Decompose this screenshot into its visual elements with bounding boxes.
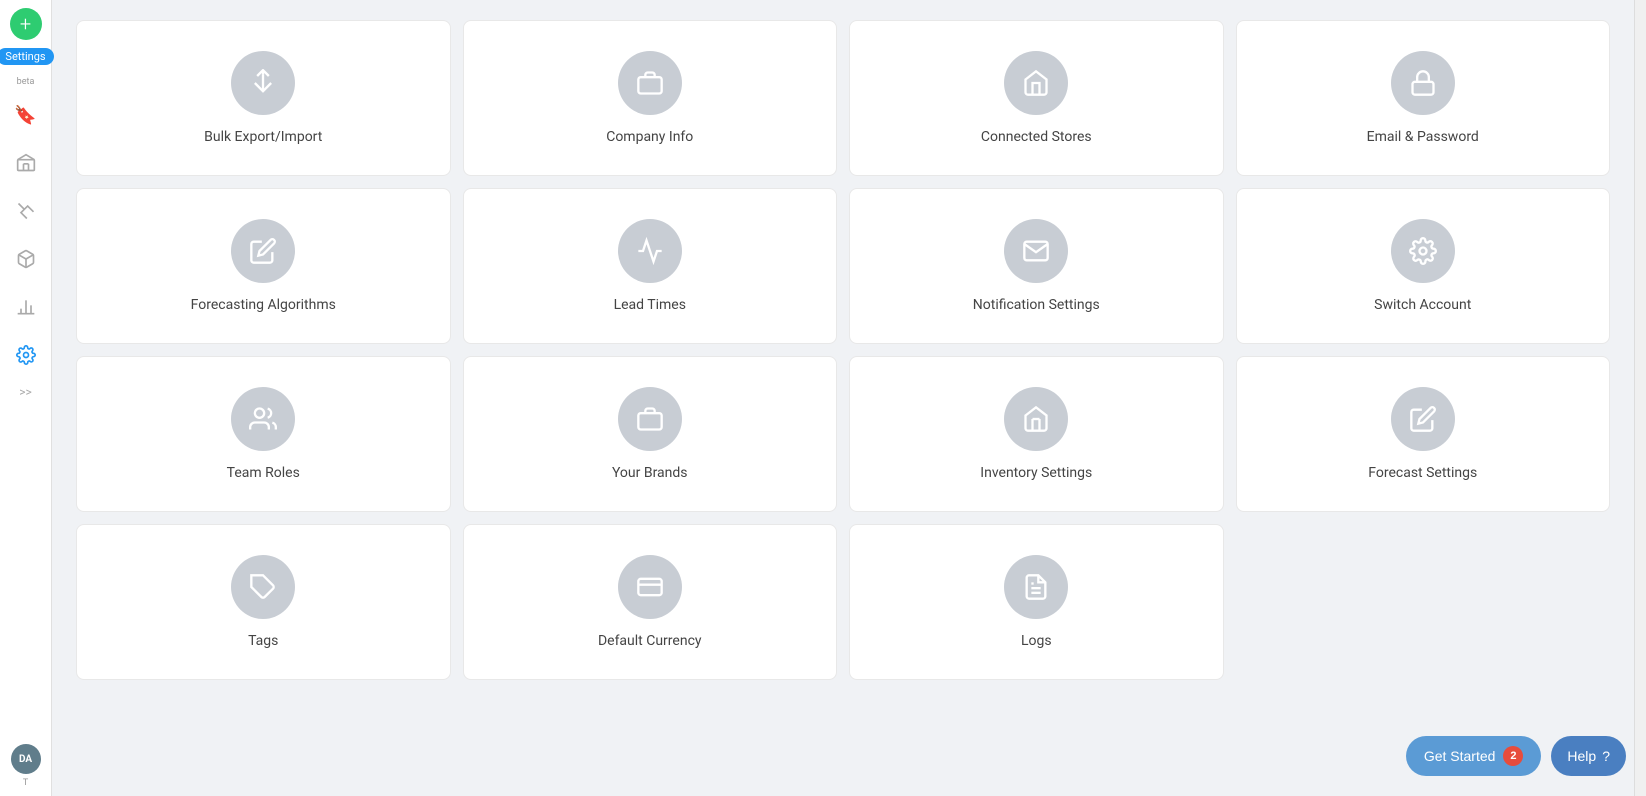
tag-icon [231,555,295,619]
card-bulk-export-import[interactable]: Bulk Export/Import [76,20,451,176]
help-label: Help [1567,748,1596,764]
card-label-lead-times: Lead Times [614,297,686,313]
avatar[interactable]: DA [11,744,41,774]
card-label-inventory-settings: Inventory Settings [980,465,1092,481]
card-label-forecast-settings: Forecast Settings [1368,465,1477,481]
card-label-notification-settings: Notification Settings [973,297,1100,313]
magic-icon[interactable] [6,191,46,231]
card-label-your-brands: Your Brands [612,465,688,481]
get-started-label: Get Started [1424,748,1496,764]
bookmark-icon[interactable]: 🔖 [6,95,46,135]
settings-nav-icon[interactable] [6,335,46,375]
main-content: Bulk Export/Import Company Info Connected … [52,0,1634,796]
card-notification-settings[interactable]: Notification Settings [849,188,1224,344]
brands-briefcase-icon [618,387,682,451]
help-icon: ? [1602,748,1610,764]
arrows-up-down-icon [231,51,295,115]
warehouse-icon[interactable] [6,143,46,183]
team-icon [231,387,295,451]
card-company-info[interactable]: Company Info [463,20,838,176]
right-panel [1634,0,1646,796]
lead-times-icon [618,219,682,283]
currency-icon [618,555,682,619]
add-button[interactable]: + [10,8,42,40]
card-label-default-currency: Default Currency [598,633,702,649]
inventory-store-icon [1004,387,1068,451]
card-label-team-roles: Team Roles [227,465,300,481]
chart-icon[interactable] [6,287,46,327]
card-email-password[interactable]: Email & Password [1236,20,1611,176]
card-label-company-info: Company Info [606,129,693,145]
card-default-currency[interactable]: Default Currency [463,524,838,680]
card-logs[interactable]: Logs [849,524,1224,680]
store-icon [1004,51,1068,115]
card-label-tags: Tags [248,633,278,649]
expand-button[interactable]: >> [15,381,36,403]
card-label-forecasting-algorithms: Forecasting Algorithms [191,297,336,313]
lock-icon [1391,51,1455,115]
card-inventory-settings[interactable]: Inventory Settings [849,356,1224,512]
card-team-roles[interactable]: Team Roles [76,356,451,512]
forecast-edit-icon [1391,387,1455,451]
envelope-icon [1004,219,1068,283]
card-label-bulk-export-import: Bulk Export/Import [204,129,322,145]
card-switch-account[interactable]: Switch Account [1236,188,1611,344]
card-label-email-password: Email & Password [1367,129,1479,145]
right-panel-labels [1634,0,1646,796]
briefcase-icon [618,51,682,115]
help-button[interactable]: Help ? [1551,736,1626,776]
settings-tab[interactable]: Settings [0,48,54,65]
beta-label: beta [17,77,35,87]
card-tags[interactable]: Tags [76,524,451,680]
card-label-connected-stores: Connected Stores [981,129,1092,145]
sidebar-top: + Settings beta 🔖 [0,8,54,744]
switch-account-icon [1391,219,1455,283]
card-forecasting-algorithms[interactable]: Forecasting Algorithms [76,188,451,344]
card-connected-stores[interactable]: Connected Stores [849,20,1224,176]
edit-icon [231,219,295,283]
settings-grid: Bulk Export/Import Company Info Connected … [76,20,1610,680]
card-label-logs: Logs [1021,633,1052,649]
card-label-switch-account: Switch Account [1374,297,1471,313]
card-forecast-settings[interactable]: Forecast Settings [1236,356,1611,512]
get-started-badge: 2 [1503,746,1523,766]
sidebar-bottom: DA T [11,744,41,788]
get-started-button[interactable]: Get Started 2 [1406,736,1542,776]
box-icon[interactable] [6,239,46,279]
sidebar: + Settings beta 🔖 [0,0,52,796]
sidebar-bottom-label: T [23,778,28,788]
logs-icon [1004,555,1068,619]
card-lead-times[interactable]: Lead Times [463,188,838,344]
card-your-brands[interactable]: Your Brands [463,356,838,512]
bottom-buttons: Get Started 2 Help ? [1406,736,1626,776]
